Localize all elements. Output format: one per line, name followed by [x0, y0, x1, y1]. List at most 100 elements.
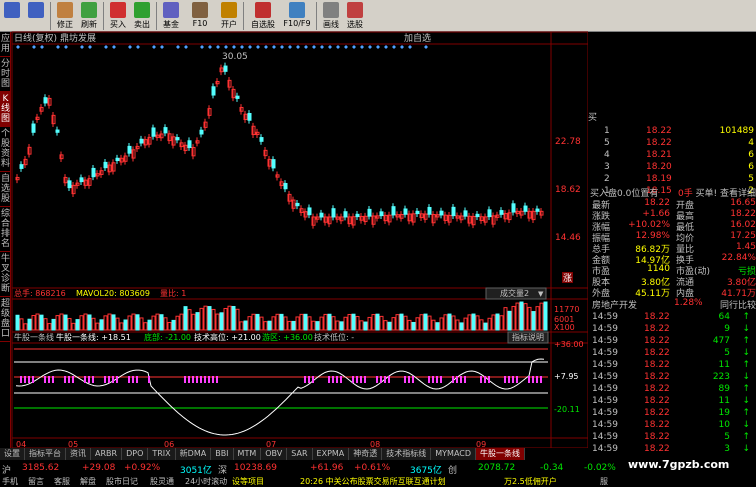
signal-marker [368, 45, 372, 49]
indicator-tab-9[interactable]: OBV [261, 448, 288, 460]
tick-direction-icon: ↓ [742, 420, 750, 430]
tick-time: 14:59 [592, 360, 618, 370]
signal-marker [112, 45, 116, 49]
indicator-tab-3[interactable]: ARBR [91, 448, 123, 460]
status-link[interactable]: 手机 [2, 476, 18, 487]
status-link[interactable]: 股灵通 [150, 476, 174, 487]
volume-bar [59, 313, 64, 331]
volume-bar [343, 316, 348, 331]
status-link[interactable]: 解盘 [80, 476, 96, 487]
volume-bar [419, 314, 424, 331]
indicator-tab-13[interactable]: 技术指标线 [382, 448, 432, 460]
tick-time: 14:59 [592, 384, 618, 394]
indicator-flag [104, 376, 106, 383]
indicator-tab-4[interactable]: DPO [122, 448, 149, 460]
volume-axis-label-3: X100 [554, 323, 575, 332]
indicator-tab-14[interactable]: MYMACD [431, 448, 477, 460]
orderbook-level: 1 [604, 126, 610, 136]
candle-body [439, 210, 444, 216]
indicator-flag [28, 376, 30, 383]
indicator-tab-12[interactable]: 神奇透 [349, 448, 383, 460]
indicator-flag [356, 376, 358, 383]
ticker-a-change: +29.08 [82, 463, 116, 473]
indicator-tab-2[interactable]: 资讯 [66, 448, 91, 460]
indicator-name: 牛股一条线 [14, 332, 54, 342]
status-link[interactable]: 留言 [28, 476, 44, 487]
status-link[interactable]: 股市日记 [106, 476, 138, 487]
orderbook-price: 18.21 [646, 150, 672, 160]
tick-price: 18.22 [644, 348, 670, 358]
tick-time: 14:59 [592, 336, 618, 346]
indicator-flag [332, 376, 334, 383]
volume-bar [407, 319, 412, 331]
indicator-axis-low: -20.11 [554, 405, 580, 414]
volume-bar [131, 313, 136, 331]
volume-bar [107, 313, 112, 331]
indicator-tab-10[interactable]: SAR [287, 448, 313, 460]
status-link[interactable]: 客服 [54, 476, 70, 487]
signal-marker [296, 45, 300, 49]
volume-bar [23, 323, 28, 331]
tick-price: 18.22 [644, 420, 670, 430]
indicator-flag [352, 376, 354, 383]
volume-bar [467, 314, 472, 331]
candle-body [427, 206, 432, 215]
indicator-tab-7[interactable]: BBI [211, 448, 234, 460]
status-link[interactable]: 24小时滚动 [185, 476, 227, 487]
signal-marker [104, 45, 108, 49]
indicator-flag [480, 376, 482, 383]
ticker-b-pct: +0.61% [354, 463, 391, 473]
volume-bar [171, 319, 176, 331]
signal-marker [176, 45, 180, 49]
signal-marker [376, 45, 380, 49]
volume-bar [427, 315, 432, 331]
volume-bar [195, 312, 200, 331]
volume-bar [75, 319, 80, 331]
volume-bar [283, 316, 288, 331]
volume-bar [267, 320, 272, 331]
volume-bar [435, 322, 440, 331]
indicator-flag [364, 376, 366, 383]
tick-volume: 64 [718, 312, 730, 322]
indicator-flag [44, 376, 46, 383]
indicator-flag [196, 376, 198, 383]
candle-body [511, 203, 516, 213]
candle-body [355, 213, 360, 218]
tick-direction-icon: ↑ [742, 384, 750, 394]
orderbook-price: 18.22 [646, 138, 672, 148]
indicator-tab-0[interactable]: 设置 [0, 448, 25, 460]
indicator-flag [340, 376, 342, 383]
indicator-flag [408, 376, 410, 383]
add-favorite-link[interactable]: 加自选 [404, 32, 431, 44]
volume-bar [299, 313, 304, 331]
indicator-tab-15[interactable]: 牛股一条线 [476, 448, 526, 460]
price-axis-label-high: 22.78 [555, 137, 581, 147]
indicator-tech-high: 技术高位: +21.00 [194, 332, 261, 342]
volume-bar [463, 317, 468, 331]
candle-body [499, 210, 504, 215]
tick-volume: 5 [724, 432, 730, 442]
volume-bar [403, 315, 408, 331]
indicator-tab-11[interactable]: EXPMA [312, 448, 350, 460]
volume-bar [507, 310, 512, 331]
indicator-tab-5[interactable]: TRIX [148, 448, 176, 460]
volume-bar [491, 314, 496, 331]
indicator-tab-6[interactable]: 新DMA [175, 448, 212, 460]
indicator-flag [412, 376, 414, 383]
indicator-flag [52, 376, 54, 383]
volume-bar [263, 321, 268, 331]
candle-body [487, 209, 492, 218]
volume-bar [447, 313, 452, 331]
indicator-flag [184, 376, 186, 383]
watermark: www.7gpzb.com [628, 458, 730, 471]
tick-direction-icon: ↑ [742, 432, 750, 442]
indicator-tab-1[interactable]: 指标平台 [25, 448, 66, 460]
indicator-axis-mid: +7.95 [554, 372, 579, 381]
orderbook-price: 18.22 [646, 126, 672, 136]
price-axis-label-mid: 18.62 [555, 185, 581, 195]
indicator-flag [484, 376, 486, 383]
signal-marker [328, 45, 332, 49]
indicator-flag [516, 376, 518, 383]
indicator-tab-8[interactable]: MTM [233, 448, 262, 460]
quote-value: 18.22 [644, 198, 670, 208]
